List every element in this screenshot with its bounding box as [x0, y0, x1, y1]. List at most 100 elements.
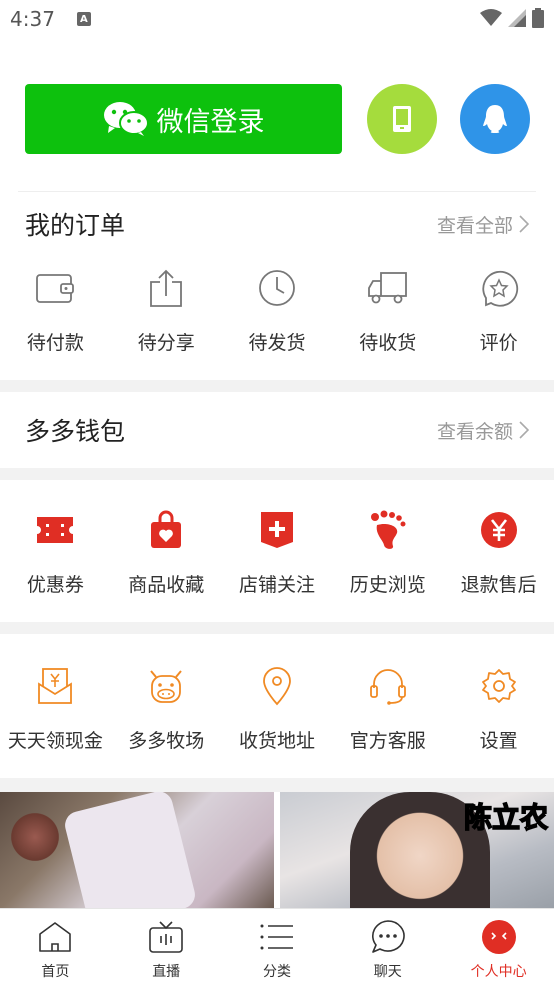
recommend-feed: 陈立农	[0, 792, 554, 908]
tab-label: 个人中心	[470, 964, 527, 980]
cash-envelope-icon	[38, 668, 73, 704]
tab-category[interactable]: 分类	[222, 909, 333, 984]
share-icon	[150, 269, 183, 307]
tool-item-label: 官方客服	[349, 730, 426, 752]
status-time: 4:37	[10, 7, 55, 31]
order-item-label: 待付款	[26, 332, 84, 354]
wechat-login-button[interactable]: 微信登录	[25, 84, 342, 154]
wechat-icon	[103, 102, 149, 136]
orders-title: 我的订单	[25, 211, 126, 240]
order-item-label: 评价	[479, 332, 518, 354]
signal-icon	[508, 9, 526, 27]
section-gap	[0, 622, 554, 634]
yen-circle-icon	[480, 512, 517, 548]
store-plus-icon	[260, 512, 293, 548]
order-item-label: 待收货	[359, 332, 417, 354]
cow-icon	[150, 670, 182, 703]
tool-item-label: 天天领现金	[7, 730, 103, 752]
feed-image-decor	[5, 812, 65, 862]
section-gap	[0, 380, 554, 392]
order-pending-receipt[interactable]: 待收货	[332, 266, 443, 355]
service-item-label: 优惠券	[26, 574, 84, 596]
login-options: 微信登录	[25, 84, 530, 154]
history-entry[interactable]: 历史浏览	[332, 508, 443, 597]
feed-caption: 陈立农	[463, 800, 549, 835]
tab-chat[interactable]: 聊天	[332, 909, 443, 984]
wallet-row[interactable]: 多多钱包 查看余额	[0, 392, 554, 468]
wifi-icon	[480, 9, 502, 26]
wallet-icon	[36, 274, 75, 303]
ranch-entry[interactable]: 多多牧场	[111, 664, 222, 753]
tab-home[interactable]: 首页	[0, 909, 111, 984]
wechat-login-label: 微信登录	[156, 106, 265, 138]
battery-icon	[532, 8, 544, 28]
tool-item-label: 设置	[479, 730, 518, 752]
notification-a-icon: A	[76, 12, 91, 26]
home-icon	[39, 922, 72, 952]
section-gap	[0, 468, 554, 480]
list-icon	[260, 924, 293, 950]
bottom-tab-bar: 首页 直播 分类 聊天 个人中心	[0, 908, 554, 984]
feed-item-phone-case[interactable]	[0, 792, 274, 908]
tv-icon	[149, 921, 183, 953]
wallet-view-balance-link[interactable]: 查看余额	[437, 417, 529, 444]
order-pending-payment[interactable]: 待付款	[0, 266, 111, 355]
tab-profile[interactable]: 个人中心	[443, 909, 554, 984]
orders-header: 我的订单 查看全部	[0, 204, 554, 244]
profile-icon	[481, 920, 516, 954]
tab-label: 分类	[262, 964, 291, 980]
tab-live[interactable]: 直播	[111, 909, 222, 984]
favorites-entry[interactable]: 商品收藏	[111, 508, 222, 597]
tab-label: 首页	[41, 964, 70, 980]
address-entry[interactable]: 收货地址	[222, 664, 333, 753]
tab-label: 直播	[152, 964, 181, 980]
footprint-icon	[370, 510, 406, 549]
daily-cash-entry[interactable]: 天天领现金	[0, 664, 111, 753]
section-gap	[0, 778, 554, 792]
divider	[18, 191, 536, 192]
settings-entry[interactable]: 设置	[443, 664, 554, 753]
service-item-label: 历史浏览	[349, 574, 426, 596]
location-pin-icon	[263, 667, 291, 706]
feed-item-keychain[interactable]: 陈立农	[280, 792, 554, 908]
followed-stores-entry[interactable]: 店铺关注	[222, 508, 333, 597]
chevron-right-icon	[519, 215, 529, 233]
refund-entry[interactable]: 退款售后	[443, 508, 554, 597]
service-item-label: 退款售后	[460, 574, 537, 596]
order-review[interactable]: 评价	[443, 266, 554, 355]
feed-image-decor	[62, 792, 198, 908]
order-item-label: 待发货	[248, 332, 306, 354]
order-pending-share[interactable]: 待分享	[111, 266, 222, 355]
tool-item-label: 收货地址	[238, 730, 315, 752]
qq-login-button[interactable]	[460, 84, 530, 154]
service-item-label: 店铺关注	[238, 574, 315, 596]
qq-penguin-icon	[483, 105, 507, 133]
service-item-label: 商品收藏	[128, 574, 205, 596]
customer-service-entry[interactable]: 官方客服	[332, 664, 443, 753]
truck-icon	[367, 272, 407, 304]
wallet-title: 多多钱包	[25, 417, 126, 446]
chat-icon	[371, 920, 405, 953]
clock-icon	[259, 270, 295, 306]
services-row: 优惠券 商品收藏 店铺关注 历史浏览 退款售后	[0, 508, 554, 597]
orders-row: 待付款 待分享 待发货 待收货 评价	[0, 266, 554, 355]
status-right	[480, 8, 544, 28]
chevron-right-icon	[519, 421, 529, 439]
bag-heart-icon	[151, 510, 182, 548]
order-pending-shipment[interactable]: 待发货	[222, 266, 333, 355]
status-bar: 4:37 A	[0, 0, 554, 38]
headset-icon	[369, 669, 406, 705]
tab-label: 聊天	[373, 964, 402, 980]
gear-icon	[481, 669, 516, 703]
review-star-icon	[481, 270, 518, 307]
order-item-label: 待分享	[137, 332, 195, 354]
orders-view-all-link[interactable]: 查看全部	[437, 211, 529, 238]
phone-icon	[393, 106, 411, 132]
wallet-view-balance-label: 查看余额	[436, 420, 513, 443]
phone-login-button[interactable]	[367, 84, 437, 154]
tools-row: 天天领现金 多多牧场 收货地址 官方客服 设置	[0, 664, 554, 753]
tool-item-label: 多多牧场	[128, 730, 205, 752]
coupon-icon	[37, 517, 74, 543]
orders-view-all-label: 查看全部	[436, 214, 513, 237]
coupons-entry[interactable]: 优惠券	[0, 508, 111, 597]
